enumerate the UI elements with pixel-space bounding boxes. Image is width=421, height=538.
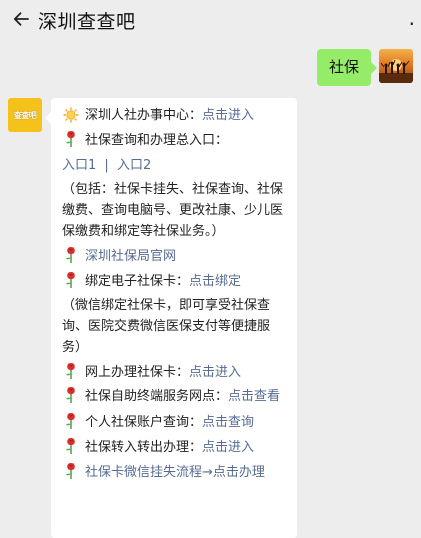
more-menu-icon[interactable]: . (409, 8, 415, 28)
list-item: 网上办理社保卡：点击进入 (62, 361, 287, 384)
bot-avatar-text: 查查吧 (13, 110, 37, 120)
rose-icon (63, 246, 79, 264)
item-label: 网上办理社保卡： (85, 365, 190, 380)
rose-icon (63, 462, 79, 480)
rose-icon (63, 271, 79, 289)
item-label: 深圳人社办事中心： (85, 108, 203, 123)
list-item: 社保转入转出办理：点击进入 (62, 436, 287, 459)
item-link[interactable]: 点击进入 (202, 108, 254, 123)
entry-separator: | (104, 158, 109, 173)
list-item: 个人社保账户查询：点击查询 (62, 411, 287, 434)
item-link[interactable]: 点击进入 (202, 440, 254, 455)
item-label: 社保转入转出办理： (85, 440, 203, 455)
top-bar: 深圳查查吧 . (0, 0, 421, 40)
chat-title: 深圳查查吧 (38, 11, 136, 33)
list-item-note: （包括：社保卡挂失、社保查询、社保缴费、查询电脑号、更改社康、少儿医保缴费和绑定… (62, 182, 284, 239)
user-avatar[interactable] (379, 49, 413, 83)
list-item: 社保自助终端服务网点：点击查看 (62, 386, 287, 407)
item-label: 社保自助终端服务网点： (85, 389, 229, 404)
outgoing-bubble[interactable]: 社保 (316, 49, 378, 86)
bot-avatar[interactable]: 查查吧 (8, 98, 42, 132)
item-label: 绑定电子社保卡： (85, 274, 190, 289)
rose-icon (63, 437, 79, 455)
incoming-bubble: 深圳人社办事中心：点击进入 社保查询和办理总入口： 入口1 | 入口2 （包括：… (45, 98, 297, 538)
rose-icon (63, 412, 79, 430)
item-label: 社保查询和办理总入口： (85, 133, 229, 148)
rose-icon (63, 362, 79, 380)
item-link[interactable]: 深圳社保局官网 (85, 249, 176, 264)
list-item: 深圳人社办事中心：点击进入 (62, 104, 287, 127)
item-link[interactable]: 点击查看 (228, 389, 280, 404)
list-item: 社保卡微信挂失流程→点击办理 (62, 461, 287, 484)
list-item: 入口1 | 入口2 (62, 154, 287, 177)
list-item: 绑定电子社保卡：点击绑定 (62, 270, 287, 293)
item-link[interactable]: 点击绑定 (189, 274, 241, 289)
item-link[interactable]: 点击进入 (189, 365, 241, 380)
list-item: 社保查询和办理总入口： (62, 129, 287, 152)
entry-1-link[interactable]: 入口1 (62, 158, 96, 173)
list-item: 深圳社保局官网 (62, 245, 287, 268)
rose-icon (63, 386, 79, 404)
back-arrow-icon[interactable] (10, 8, 32, 30)
item-label: 个人社保账户查询： (85, 415, 203, 430)
entry-2-link[interactable]: 入口2 (117, 158, 151, 173)
sun-icon (63, 107, 79, 125)
item-link[interactable]: 点击查询 (202, 415, 254, 430)
rose-icon (63, 130, 79, 148)
item-link[interactable]: 社保卡微信挂失流程→点击办理 (85, 465, 265, 480)
list-item-note: （微信绑定社保卡，即可享受社保查询、医院交费微信医保支付等便捷服务） (62, 298, 271, 355)
outgoing-message: 社保 (316, 49, 413, 86)
